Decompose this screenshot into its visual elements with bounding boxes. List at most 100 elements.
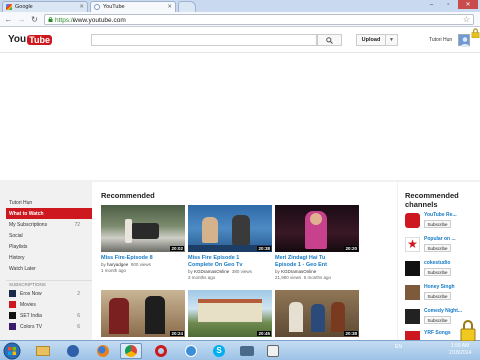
video-card[interactable]: 20:02 Miss Fire-Episode 8 by haryadgee 9… xyxy=(101,205,185,274)
search-button[interactable] xyxy=(317,34,342,46)
tab-google[interactable]: Google ✕ xyxy=(2,1,88,12)
opera-icon[interactable] xyxy=(150,343,172,359)
search-input[interactable] xyxy=(91,34,317,46)
youtube-play-icon[interactable] xyxy=(405,213,420,228)
channel-name[interactable]: Comedy Night... xyxy=(424,308,462,314)
video-title[interactable]: Miss Fire-Episode 8 xyxy=(101,255,185,262)
guide-item-label: Colors TV xyxy=(20,323,43,330)
maximize-icon[interactable]: ▫ xyxy=(441,0,456,9)
video-card[interactable]: 20:45 xyxy=(188,290,272,337)
subscribe-button[interactable]: Subscribe xyxy=(424,316,451,324)
windows-start-icon[interactable] xyxy=(2,342,22,360)
upload-button[interactable]: Upload xyxy=(356,34,386,46)
guide-sub-eros-now[interactable]: Eros Now 2 xyxy=(6,288,92,299)
video-thumbnail[interactable]: 20:20 xyxy=(275,205,359,252)
video-age: 1 month ago xyxy=(101,268,127,273)
blank-ad-area xyxy=(0,53,480,180)
channel-item: ★ Popular on ... Subscribe xyxy=(405,236,477,256)
youtube-logo[interactable]: You Tube xyxy=(8,34,52,45)
video-duration: 20:20 xyxy=(344,246,358,251)
guide-item-label: SET India xyxy=(20,312,42,319)
logo-you: You xyxy=(8,34,27,45)
star-icon[interactable]: ★ xyxy=(405,237,420,252)
video-thumbnail[interactable]: 20:24 xyxy=(101,290,185,337)
user-silhouette-icon xyxy=(460,37,470,47)
video-thumbnail[interactable]: 20:02 xyxy=(101,205,185,252)
google-favicon xyxy=(6,4,12,10)
firefox-icon[interactable] xyxy=(92,343,114,359)
film-icon xyxy=(9,301,16,308)
video-channel[interactable]: KGDramasOnline xyxy=(281,269,316,274)
guide-item-count: 6 xyxy=(77,312,80,319)
bookmark-star-icon[interactable]: ☆ xyxy=(463,16,470,24)
channel-name[interactable]: YouTube Re... xyxy=(424,212,457,218)
video-thumbnail[interactable]: 20:38 xyxy=(275,290,359,337)
language-indicator[interactable]: EN xyxy=(395,344,402,350)
system-clock[interactable]: 1:59 AM 2/18/2014 xyxy=(449,343,471,357)
safari-icon[interactable] xyxy=(180,343,202,359)
skype-icon[interactable]: S xyxy=(208,343,230,359)
subscribe-button[interactable]: Subscribe xyxy=(424,292,451,300)
tab-label: Google xyxy=(15,4,33,10)
video-thumbnail[interactable]: 20:45 xyxy=(188,290,272,337)
reload-icon[interactable]: ↻ xyxy=(30,15,39,24)
close-window-icon[interactable]: ✕ xyxy=(458,0,478,9)
guide-item-subscriptions[interactable]: My Subscriptions 72 xyxy=(6,219,92,230)
close-tab-icon[interactable]: ✕ xyxy=(79,4,84,10)
guide-item-what-to-watch[interactable]: What to Watch xyxy=(6,208,92,219)
channel-name[interactable]: Popular on ... xyxy=(424,236,456,242)
guide-sub-colors-tv[interactable]: Colors TV 6 xyxy=(6,321,92,332)
guide-item-label: My Subscriptions xyxy=(9,221,48,228)
channel-icon xyxy=(9,290,16,297)
channel-name[interactable]: cokestudio xyxy=(424,260,450,266)
account-name[interactable]: Tutori Hun xyxy=(429,37,452,43)
subscribe-button[interactable]: Subscribe xyxy=(424,268,451,276)
guide-item-social[interactable]: Social xyxy=(6,230,92,241)
back-icon[interactable]: ← xyxy=(4,15,13,24)
logo-tube: Tube xyxy=(27,34,52,45)
channel-name[interactable]: YRF Songs xyxy=(424,330,451,336)
video-card[interactable]: 20:24 xyxy=(101,290,185,337)
video-channel[interactable]: KGDramasOnline xyxy=(194,269,229,274)
guide-sub-movies[interactable]: Movies xyxy=(6,299,92,310)
video-card[interactable]: 20:20 Meri Zindagi Hai Tu Episode 1 - Geo… xyxy=(275,205,359,281)
subscribe-button[interactable]: Subscribe xyxy=(424,220,451,228)
paint-icon[interactable] xyxy=(262,343,284,359)
avatar[interactable] xyxy=(458,34,470,47)
video-duration: 20:38 xyxy=(344,331,358,336)
channel-icon xyxy=(9,323,16,330)
video-card[interactable]: 20:38 Miss Fire Episode 1 Complete On Geo… xyxy=(188,205,272,281)
address-bar[interactable]: https:// www.youtube.com ☆ xyxy=(44,14,474,25)
channel-icon[interactable] xyxy=(405,309,420,324)
guide-item-profile[interactable]: Tutori Hun xyxy=(6,197,92,208)
chevron-down-icon[interactable]: ▼ xyxy=(386,34,398,46)
minimize-icon[interactable]: – xyxy=(424,0,439,9)
chrome-icon[interactable] xyxy=(120,343,142,359)
channel-name[interactable]: Honey Singh xyxy=(424,284,455,290)
guide-item-playlists[interactable]: Playlists xyxy=(6,241,92,252)
file-explorer-icon[interactable] xyxy=(32,343,54,359)
forward-icon[interactable]: → xyxy=(17,15,26,24)
tab-youtube[interactable]: YouTube ✕ xyxy=(90,1,176,12)
video-thumbnail[interactable]: 20:38 xyxy=(188,205,272,252)
guide-item-history[interactable]: History xyxy=(6,252,92,263)
video-card[interactable]: 20:38 xyxy=(275,290,359,337)
video-title[interactable]: Meri Zindagi Hai Tu Episode 1 - Geo Ent xyxy=(275,255,359,269)
video-duration: 20:38 xyxy=(257,246,271,251)
video-channel[interactable]: haryadgee xyxy=(107,262,128,267)
new-tab-button[interactable] xyxy=(178,1,196,12)
video-title[interactable]: Miss Fire Episode 1 Complete On Geo Tv xyxy=(188,255,272,269)
guide-sub-set-india[interactable]: SET India 6 xyxy=(6,310,92,321)
channel-icon xyxy=(9,312,16,319)
media-player-icon[interactable] xyxy=(62,343,84,359)
guide-item-watch-later[interactable]: Watch Later xyxy=(6,263,92,274)
channel-icon[interactable] xyxy=(405,285,420,300)
guide-item-count: 2 xyxy=(77,290,80,297)
camera-app-icon[interactable] xyxy=(236,343,258,359)
browser-toolbar: ← → ↻ https:// www.youtube.com ☆ xyxy=(0,12,480,27)
close-tab-icon[interactable]: ✕ xyxy=(167,4,172,10)
padlock-icon xyxy=(471,28,480,38)
channel-icon[interactable] xyxy=(405,261,420,276)
subscribe-button[interactable]: Subscribe xyxy=(424,244,451,252)
video-age: 3 months ago xyxy=(188,275,216,280)
